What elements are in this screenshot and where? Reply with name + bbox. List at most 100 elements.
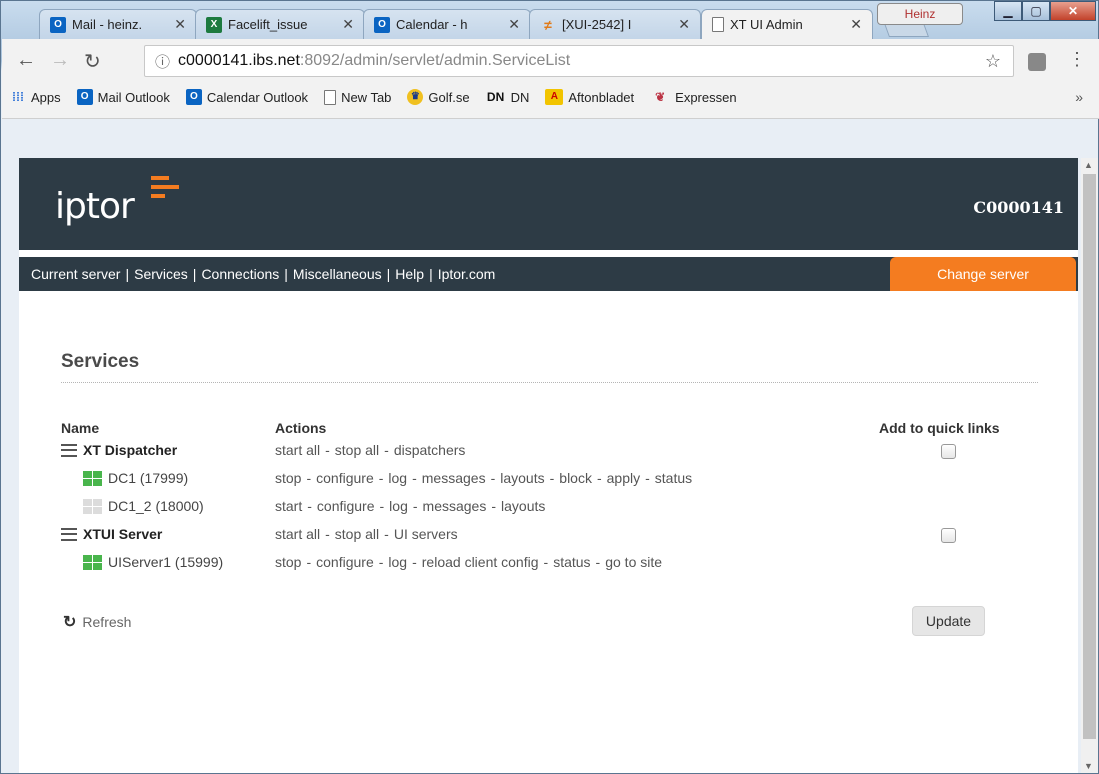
tab-facelift[interactable]: X Facelift_issue ✕ <box>195 9 365 39</box>
reload-icon[interactable]: ↻ <box>84 49 101 74</box>
bookmark-aftonbladet[interactable]: A Aftonbladet <box>545 89 634 105</box>
divider <box>61 382 1038 383</box>
nav-iptor-com[interactable]: Iptor.com <box>438 266 496 282</box>
maximize-icon[interactable]: ▢ <box>1022 1 1050 21</box>
action-links: start all - stop all - dispatchers <box>275 442 466 458</box>
close-window-icon[interactable]: ✕ <box>1050 1 1096 21</box>
service-item-row: DC1_2 (18000) start - configure - log - messag… <box>19 498 1078 522</box>
forward-icon[interactable]: → <box>50 49 70 72</box>
tab-jira[interactable]: ≠ [XUI-2542] I ✕ <box>529 9 701 39</box>
quick-link-checkbox[interactable] <box>941 444 956 459</box>
nav-services[interactable]: Services <box>134 266 188 282</box>
server-icon <box>61 443 77 457</box>
close-icon[interactable]: ✕ <box>342 16 354 33</box>
profile-name: Heinz <box>904 7 936 21</box>
extension-icon[interactable] <box>1028 53 1046 71</box>
running-status-icon <box>83 554 102 570</box>
page-icon <box>712 17 724 32</box>
action-layouts[interactable]: layouts <box>501 498 545 514</box>
action-messages[interactable]: messages <box>423 498 487 514</box>
action-reload-client-config[interactable]: reload client config <box>422 554 539 570</box>
name-cell: XTUI Server <box>61 526 162 542</box>
bookmark-apps[interactable]: ⁞⁞⁞ Apps <box>10 89 61 105</box>
bookmark-dn[interactable]: DN DN <box>486 89 529 105</box>
action-apply[interactable]: apply <box>607 470 640 486</box>
action-log[interactable]: log <box>389 498 408 514</box>
close-icon[interactable]: ✕ <box>508 16 520 33</box>
profile-button[interactable]: Heinz <box>877 3 963 25</box>
action-start[interactable]: start <box>275 498 302 514</box>
nav-connections[interactable]: Connections <box>201 266 279 282</box>
action-ui-servers[interactable]: UI servers <box>394 526 458 542</box>
tab-mail[interactable]: O Mail - heinz. ✕ <box>39 9 197 39</box>
bookmark-golf[interactable]: ♛ Golf.se <box>407 89 470 105</box>
bookmarks-bar: ⁞⁞⁞ Apps O Mail Outlook O Calendar Outlook … <box>10 84 737 110</box>
action-go-to-site[interactable]: go to site <box>605 554 662 570</box>
scroll-thumb[interactable] <box>1083 174 1096 739</box>
action-start-all[interactable]: start all <box>275 442 320 458</box>
action-status[interactable]: status <box>655 470 692 486</box>
close-icon[interactable]: ✕ <box>678 16 690 33</box>
url-path: :8092/admin/servlet/admin.ServiceList <box>299 52 571 69</box>
nav-separator: | <box>125 266 130 282</box>
close-icon[interactable]: ✕ <box>850 16 862 33</box>
minimize-icon[interactable]: ▁ <box>994 1 1022 21</box>
bookmark-calendar-outlook[interactable]: O Calendar Outlook <box>185 89 308 105</box>
action-block[interactable]: block <box>559 470 592 486</box>
bookmark-new-tab[interactable]: New Tab <box>324 89 391 105</box>
vertical-scrollbar[interactable]: ▲ ▼ <box>1081 158 1098 773</box>
action-messages[interactable]: messages <box>422 470 486 486</box>
action-status[interactable]: status <box>553 554 590 570</box>
bookmarks-overflow-icon[interactable]: » <box>1075 89 1083 105</box>
action-configure[interactable]: configure <box>316 470 374 486</box>
action-stop[interactable]: stop <box>275 554 301 570</box>
action-stop[interactable]: stop <box>275 470 301 486</box>
name-cell: DC1 (17999) <box>83 470 188 486</box>
address-bar[interactable]: ⓘ c0000141.ibs.net:8092/admin/servlet/ad… <box>144 45 1014 77</box>
action-stop-all[interactable]: stop all <box>335 526 379 542</box>
action-dispatchers[interactable]: dispatchers <box>394 442 466 458</box>
running-status-icon <box>83 470 102 486</box>
outlook-icon: O <box>374 16 390 33</box>
quick-link-checkbox[interactable] <box>941 528 956 543</box>
main-nav: Current server | Services | Connections | Misc… <box>19 257 1078 291</box>
update-button[interactable]: Update <box>912 606 985 636</box>
action-start-all[interactable]: start all <box>275 526 320 542</box>
action-configure[interactable]: configure <box>316 554 374 570</box>
menu-icon[interactable]: ⋮ <box>1068 49 1086 70</box>
server-icon <box>61 527 77 541</box>
action-layouts[interactable]: layouts <box>500 470 544 486</box>
tab-title: Calendar - h <box>396 17 468 32</box>
info-icon[interactable]: ⓘ <box>155 51 170 72</box>
action-configure[interactable]: configure <box>317 498 375 514</box>
bookmark-expressen[interactable]: ❦ Expressen <box>650 89 736 105</box>
bookmark-label: Apps <box>31 89 61 105</box>
column-header-actions: Actions <box>275 420 327 436</box>
outlook-icon: O <box>50 16 66 33</box>
action-stop-all[interactable]: stop all <box>335 442 379 458</box>
name-cell: DC1_2 (18000) <box>83 498 204 514</box>
change-server-button[interactable]: Change server <box>890 257 1076 291</box>
service-group-row: XT Dispatcher start all - stop all - dispatc… <box>19 442 1078 466</box>
refresh-link[interactable]: ↻ Refresh <box>63 612 131 632</box>
browser-toolbar: ← → ↻ ⓘ c0000141.ibs.net:8092/admin/serv… <box>2 39 1099 119</box>
apps-icon: ⁞⁞⁞ <box>12 90 24 104</box>
tab-calendar[interactable]: O Calendar - h ✕ <box>363 9 531 39</box>
nav-help[interactable]: Help <box>395 266 424 282</box>
expressen-icon: ❦ <box>655 90 666 104</box>
action-log[interactable]: log <box>388 470 407 486</box>
scroll-up-icon[interactable]: ▲ <box>1084 160 1093 170</box>
excel-icon: X <box>206 16 222 33</box>
tab-xt-ui-admin[interactable]: XT UI Admin ✕ <box>701 9 873 39</box>
close-icon[interactable]: ✕ <box>174 16 186 33</box>
iptor-logo[interactable]: iptor <box>55 186 135 227</box>
back-icon[interactable]: ← <box>16 49 36 72</box>
nav-separator: | <box>192 266 197 282</box>
bookmark-star-icon[interactable]: ☆ <box>985 51 1001 72</box>
nav-current-server[interactable]: Current server <box>31 266 120 282</box>
action-log[interactable]: log <box>388 554 407 570</box>
service-group-row: XTUI Server start all - stop all - UI server… <box>19 526 1078 550</box>
bookmark-mail-outlook[interactable]: O Mail Outlook <box>76 89 170 105</box>
nav-miscellaneous[interactable]: Miscellaneous <box>293 266 382 282</box>
scroll-down-icon[interactable]: ▼ <box>1084 761 1093 771</box>
